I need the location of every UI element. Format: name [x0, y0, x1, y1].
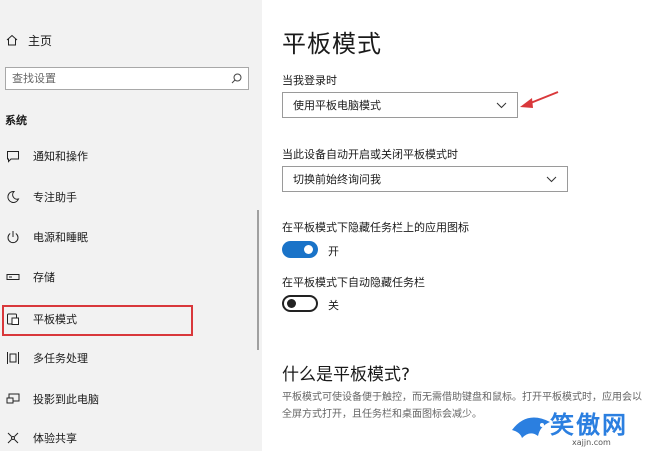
power-icon: [5, 229, 21, 245]
storage-icon: [5, 269, 21, 285]
auto-switch-dropdown[interactable]: 切换前始终询问我: [282, 166, 568, 192]
moon-icon: [5, 189, 21, 205]
watermark-url: xajjn.com: [572, 438, 611, 447]
sidebar-item-label: 存储: [33, 271, 55, 284]
signin-dropdown[interactable]: 使用平板电脑模式: [282, 92, 518, 118]
sidebar-item-projecting[interactable]: 投影到此电脑: [5, 387, 245, 411]
hide-icons-label: 在平板模式下隐藏任务栏上的应用图标: [282, 221, 469, 234]
sidebar-item-focus-assist[interactable]: 专注助手: [5, 185, 245, 209]
auto-hide-toggle[interactable]: [282, 295, 318, 312]
signin-dropdown-value: 使用平板电脑模式: [293, 99, 381, 112]
section-heading: 什么是平板模式?: [282, 365, 411, 385]
settings-sidebar: 主页 系统 通知和操作 专注助手 电源和睡眠 存储 平板模式 多任务处理 投影到…: [0, 0, 262, 451]
search-icon[interactable]: [231, 73, 242, 84]
chevron-down-icon: [546, 176, 557, 182]
sidebar-item-shared-experiences[interactable]: 体验共享: [5, 426, 245, 450]
home-label: 主页: [28, 33, 53, 48]
shared-experiences-icon: [5, 430, 21, 446]
hide-icons-state: 开: [328, 245, 339, 258]
signin-label: 当我登录时: [282, 74, 337, 87]
sidebar-item-label: 电源和睡眠: [33, 231, 88, 244]
sidebar-item-notifications[interactable]: 通知和操作: [5, 144, 245, 168]
sidebar-item-label: 多任务处理: [33, 352, 88, 365]
sidebar-item-label: 通知和操作: [33, 150, 88, 163]
notification-icon: [5, 148, 21, 164]
sidebar-item-storage[interactable]: 存储: [5, 265, 245, 289]
projecting-icon: [5, 391, 21, 407]
home-icon: [6, 34, 18, 46]
home-nav-item[interactable]: 主页: [6, 30, 52, 50]
selected-item-highlight: [2, 305, 193, 336]
sidebar-item-label: 专注助手: [33, 191, 77, 204]
red-arrow-annotation: [520, 91, 559, 108]
sidebar-item-label: 体验共享: [33, 432, 77, 445]
sidebar-scrollbar[interactable]: [257, 210, 259, 350]
sidebar-item-label: 投影到此电脑: [33, 393, 99, 406]
sidebar-item-power-sleep[interactable]: 电源和睡眠: [5, 225, 245, 249]
auto-switch-label: 当此设备自动开启或关闭平板模式时: [282, 148, 458, 161]
watermark-text: 笑傲网: [550, 411, 628, 439]
auto-switch-dropdown-value: 切换前始终询问我: [293, 173, 381, 186]
auto-hide-state: 关: [328, 299, 339, 312]
search-box[interactable]: [5, 67, 249, 90]
toggle-knob: [304, 245, 313, 254]
hide-icons-toggle[interactable]: [282, 241, 318, 258]
section-title: 系统: [5, 114, 27, 127]
search-input[interactable]: [12, 72, 212, 85]
settings-content: 平板模式 当我登录时 使用平板电脑模式 当此设备自动开启或关闭平板模式时 切换前…: [262, 0, 645, 451]
chevron-down-icon: [496, 102, 507, 108]
page-title: 平板模式: [282, 30, 382, 58]
toggle-knob: [287, 299, 296, 308]
multitasking-icon: [5, 350, 21, 366]
sidebar-item-multitasking[interactable]: 多任务处理: [5, 346, 245, 370]
auto-hide-label: 在平板模式下自动隐藏任务栏: [282, 276, 425, 289]
